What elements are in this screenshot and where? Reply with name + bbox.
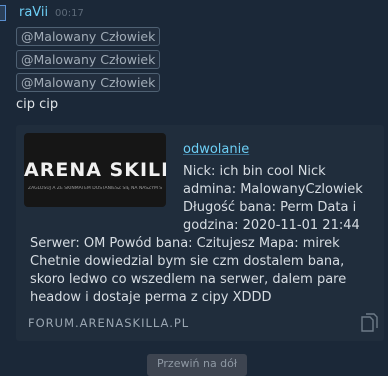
message-text: cip cip: [16, 97, 59, 112]
embed-description-continued: Serwer: OM Powód bana: Czitujesz Mapa: m…: [30, 236, 347, 305]
message-timestamp: 00:17: [55, 8, 84, 19]
embed-description: Nick: ich bin cool Nick admina: Malowany…: [183, 163, 379, 235]
message-header: raVii 00:17: [0, 3, 388, 23]
scroll-to-bottom-button[interactable]: Przewiń na dół: [147, 354, 247, 376]
mention-chip[interactable]: @Malowany Człowiek: [16, 50, 161, 69]
copy-link-icon[interactable]: [360, 313, 378, 333]
username[interactable]: raVii: [19, 5, 48, 20]
avatar[interactable]: [0, 5, 6, 21]
mention-chip[interactable]: @Malowany Człowiek: [16, 27, 161, 46]
thumbnail-logo-text: ARENA SKILLA: [24, 159, 166, 181]
embed-desc-line: godzina: 2020-11-01 21:44: [183, 218, 360, 233]
embed-desc-line: admina: MalowanyCzlowiek: [183, 182, 363, 197]
embed-thumbnail[interactable]: ARENA SKILLA ZAGLOSUJ A ZE SKINMATEM DOS…: [24, 133, 166, 207]
embed-desc-line: Nick: ich bin cool Nick: [183, 164, 326, 179]
embed-title-link[interactable]: odwolanie: [183, 142, 249, 157]
embed-desc-line: Długość bana: Perm Data i: [183, 200, 357, 215]
mention-chip[interactable]: @Malowany Człowiek: [16, 73, 161, 92]
thumbnail-tagline: ZAGLOSUJ A ZE SKINMATEM DOSTANIESZ SIĘ N…: [28, 186, 162, 191]
link-embed: ARENA SKILLA ZAGLOSUJ A ZE SKINMATEM DOS…: [16, 125, 384, 341]
embed-url-link[interactable]: FORUM.ARENASKILLA.PL: [28, 316, 189, 330]
